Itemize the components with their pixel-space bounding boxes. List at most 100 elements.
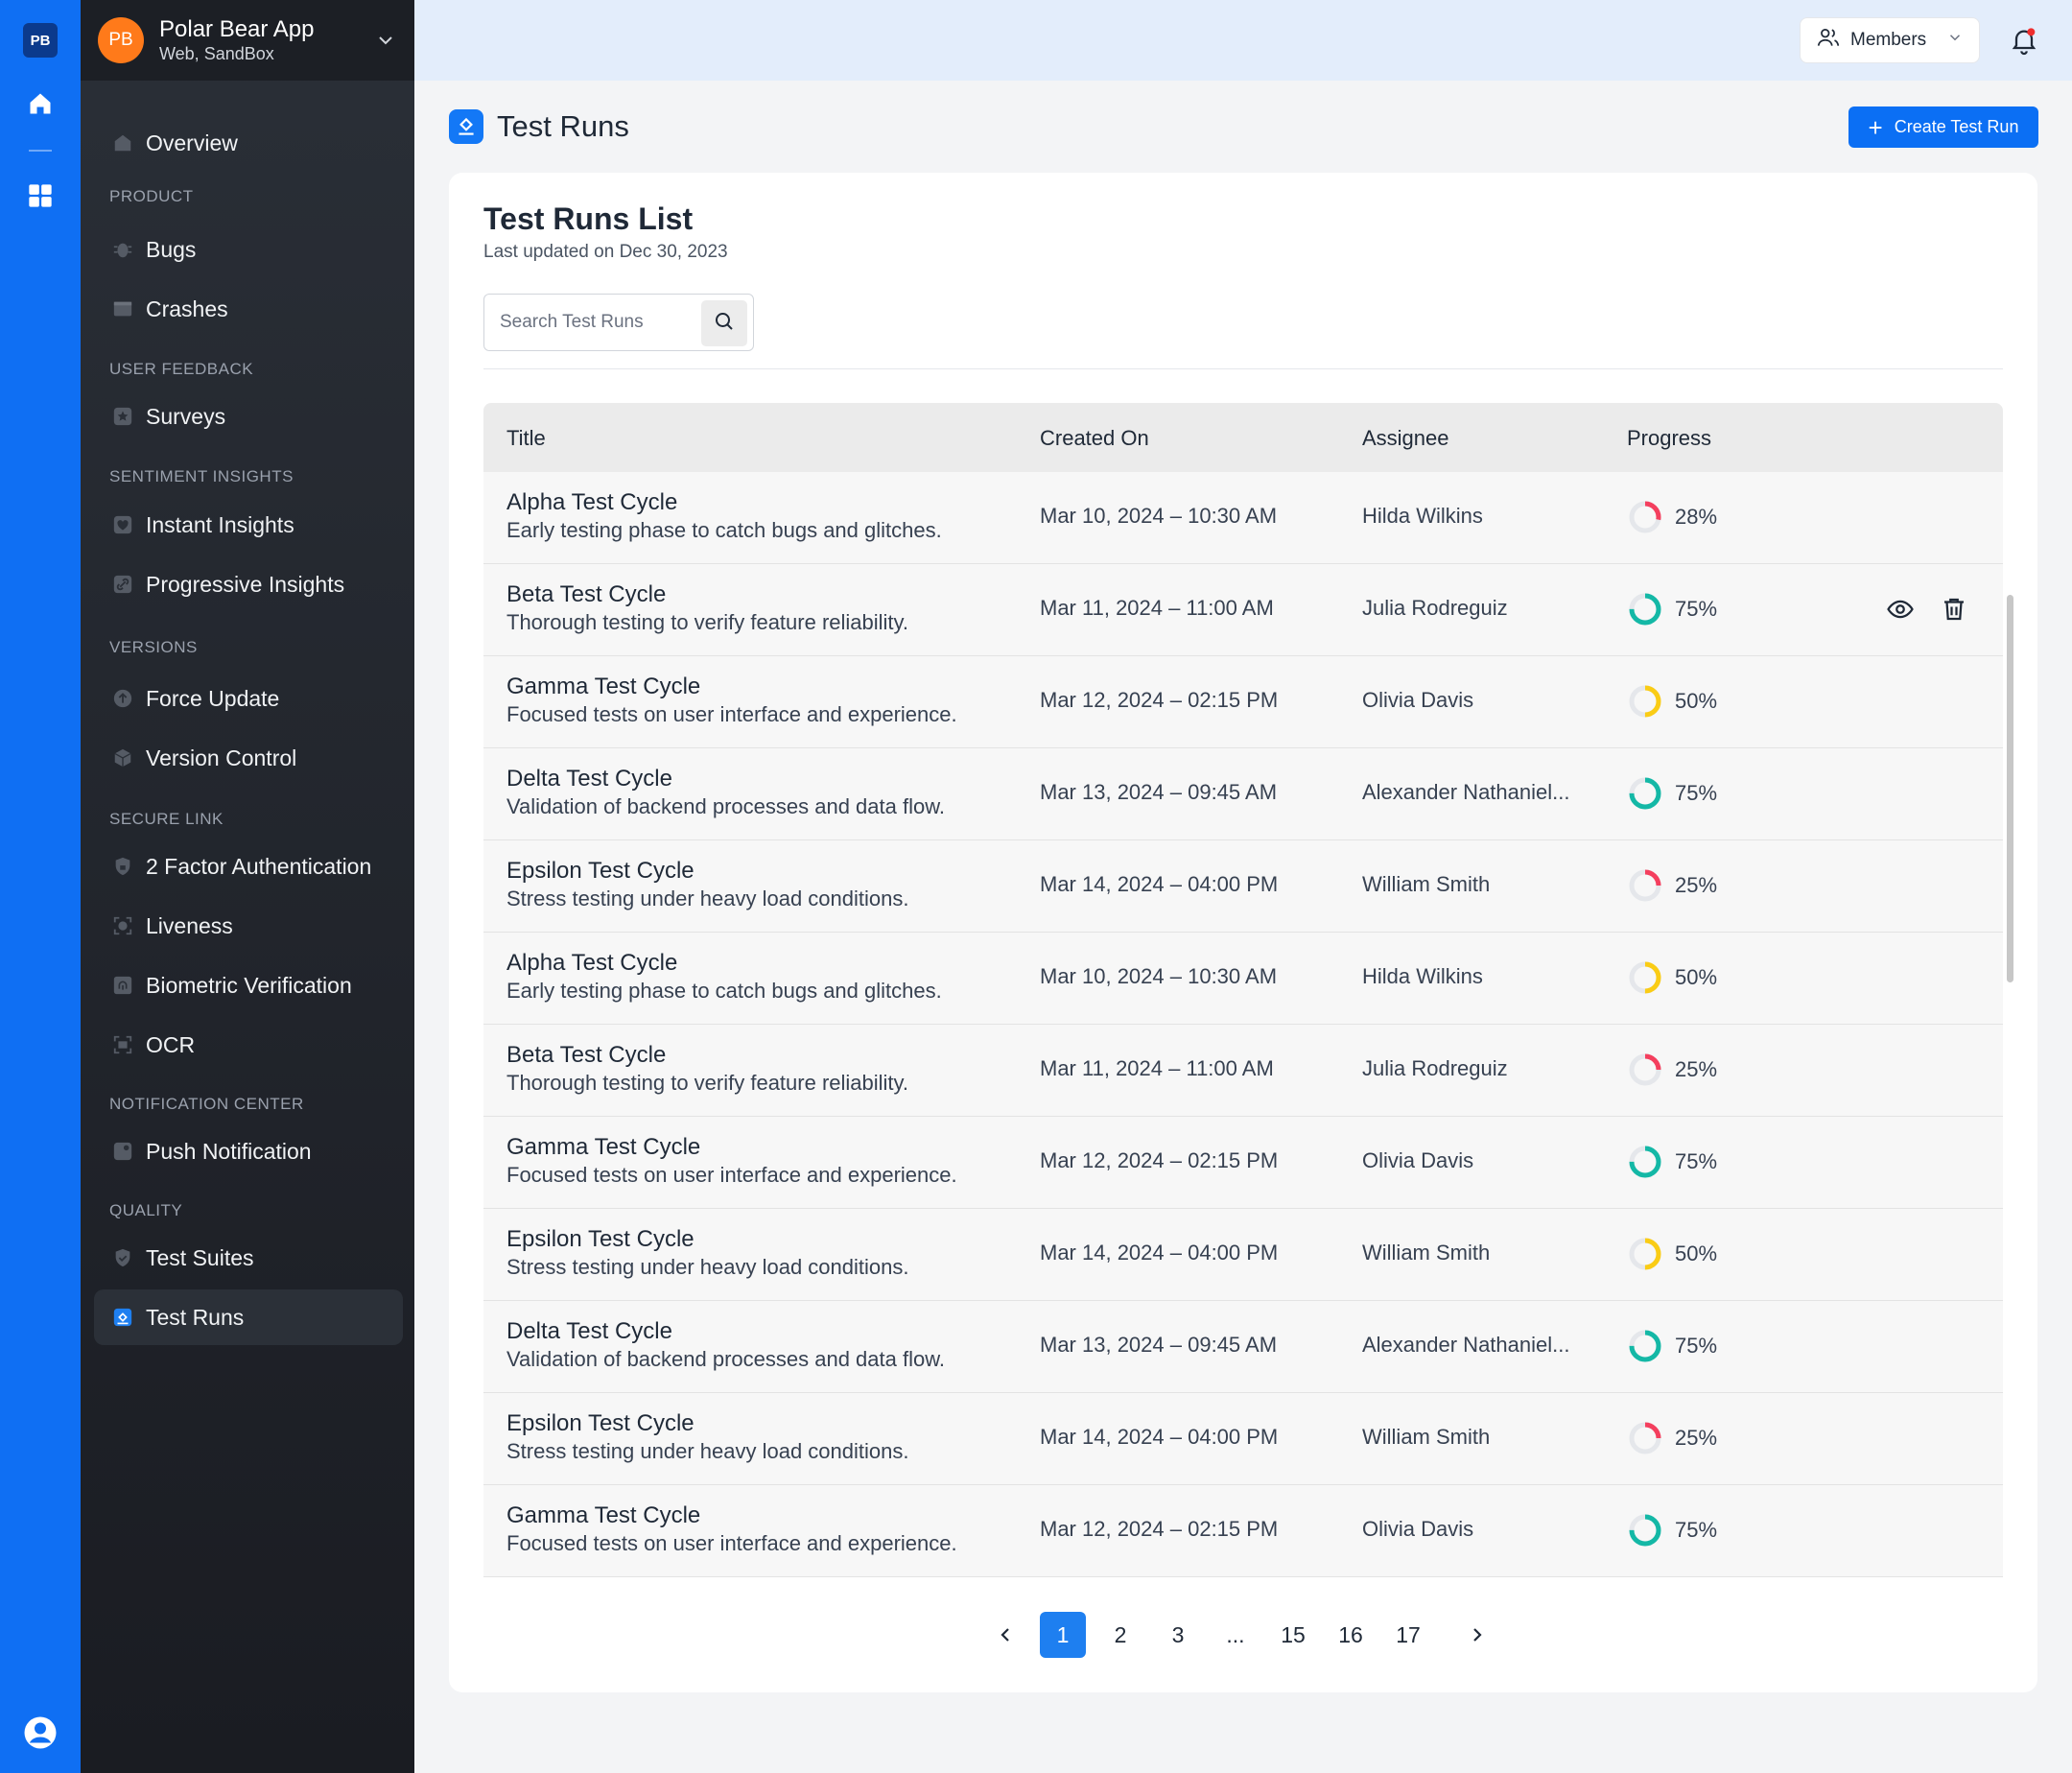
- progress-value: 75%: [1675, 597, 1718, 621]
- run-description: Stress testing under heavy load conditio…: [506, 1255, 909, 1279]
- section-user-feedback: USER FEEDBACK: [109, 360, 254, 378]
- app-avatar: PB: [98, 17, 144, 63]
- table-row[interactable]: Gamma Test Cycle Focused tests on user in…: [483, 656, 2003, 748]
- sidebar-item-label: Overview: [146, 130, 238, 155]
- sidebar-item-force-update[interactable]: Force Update: [94, 671, 403, 726]
- progress-cell: 75%: [1627, 1512, 1717, 1548]
- column-header-progress[interactable]: Progress: [1627, 426, 1711, 451]
- search-button[interactable]: [701, 300, 747, 346]
- sidebar-item-label: Version Control: [146, 745, 297, 770]
- delete-trash-icon[interactable]: [1940, 595, 1968, 628]
- sidebar-item-surveys[interactable]: Surveys: [94, 389, 403, 444]
- sidebar-item-label: Liveness: [146, 912, 233, 938]
- progress-cell: 75%: [1627, 1328, 1717, 1364]
- run-title: Delta Test Cycle: [506, 766, 672, 792]
- sidebar-item-label: Instant Insights: [146, 511, 294, 537]
- sidebar-item-bugs[interactable]: Bugs: [94, 222, 403, 277]
- sidebar-item-instant-insights[interactable]: Instant Insights: [94, 497, 403, 553]
- run-description: Thorough testing to verify feature relia…: [506, 610, 909, 634]
- column-header-title[interactable]: Title: [506, 426, 546, 451]
- run-title: Alpha Test Cycle: [506, 489, 678, 515]
- sidebar-item-test-runs[interactable]: Test Runs: [94, 1289, 403, 1345]
- table-row[interactable]: Epsilon Test Cycle Stress testing under h…: [483, 1209, 2003, 1301]
- progress-ring: [1629, 1146, 1661, 1178]
- chevron-down-icon[interactable]: [374, 29, 397, 52]
- assignee: Olivia Davis: [1362, 688, 1474, 712]
- overview-icon: [111, 131, 134, 154]
- column-header-created-on[interactable]: Created On: [1040, 426, 1149, 451]
- page-button-3[interactable]: 3: [1155, 1612, 1201, 1658]
- progress-cell: 28%: [1627, 499, 1717, 535]
- run-title: Epsilon Test Cycle: [506, 1226, 695, 1252]
- sidebar-item-progressive-insights[interactable]: Progressive Insights: [94, 556, 403, 612]
- progress-value: 25%: [1675, 1057, 1718, 1081]
- assignee: Olivia Davis: [1362, 1148, 1474, 1172]
- prev-page-button[interactable]: [982, 1612, 1028, 1658]
- table-row[interactable]: Gamma Test Cycle Focused tests on user in…: [483, 1485, 2003, 1577]
- section-notification-center: NOTIFICATION CENTER: [109, 1095, 304, 1113]
- page-button-16[interactable]: 16: [1328, 1612, 1374, 1658]
- run-description: Thorough testing to verify feature relia…: [506, 1071, 909, 1095]
- sidebar-item-liveness[interactable]: Liveness: [94, 898, 403, 954]
- sidebar-item-2fa[interactable]: 2 Factor Authentication: [94, 839, 403, 894]
- home-icon[interactable]: [23, 86, 58, 121]
- assignee: Julia Rodreguiz: [1362, 1056, 1508, 1080]
- section-quality: QUALITY: [109, 1201, 183, 1219]
- progress-value: 50%: [1675, 1241, 1718, 1265]
- table-row[interactable]: Epsilon Test Cycle Stress testing under h…: [483, 840, 2003, 933]
- row-actions: [1886, 595, 1968, 628]
- sidebar-item-label: 2 Factor Authentication: [146, 853, 372, 879]
- page-button-15[interactable]: 15: [1270, 1612, 1316, 1658]
- run-description: Validation of backend processes and data…: [506, 794, 946, 818]
- progress-value: 75%: [1675, 781, 1718, 805]
- progress-value: 25%: [1675, 873, 1718, 897]
- next-page-button[interactable]: [1454, 1612, 1500, 1658]
- table-scrollbar[interactable]: [2007, 595, 2013, 982]
- progress-cell: 50%: [1627, 683, 1717, 720]
- sidebar-item-test-suites[interactable]: Test Suites: [94, 1230, 403, 1286]
- sidebar-item-crashes[interactable]: Crashes: [94, 281, 403, 337]
- page-button-1[interactable]: 1: [1040, 1612, 1086, 1658]
- face-scan-icon: [111, 914, 134, 937]
- sidebar-item-ocr[interactable]: OCR: [94, 1017, 403, 1073]
- progress-ring: [1629, 1330, 1661, 1362]
- user-profile-icon[interactable]: [23, 1715, 58, 1750]
- assignee: Alexander Nathaniel...: [1362, 780, 1570, 804]
- sidebar-item-biometric-verification[interactable]: Biometric Verification: [94, 957, 403, 1013]
- section-secure-link: SECURE LINK: [109, 810, 224, 828]
- search-input[interactable]: [500, 312, 692, 333]
- cube-icon: [111, 746, 134, 769]
- progress-ring: [1629, 1514, 1661, 1547]
- table-row[interactable]: Delta Test Cycle Validation of backend pr…: [483, 1301, 2003, 1393]
- sidebar-item-version-control[interactable]: Version Control: [94, 730, 403, 786]
- members-icon: [1816, 25, 1841, 56]
- apps-grid-icon[interactable]: [23, 178, 58, 213]
- members-dropdown[interactable]: Members: [1800, 17, 1980, 63]
- sidebar-item-overview[interactable]: Overview: [94, 115, 403, 171]
- page-header: Test Runs: [449, 106, 629, 148]
- table-row[interactable]: Alpha Test Cycle Early testing phase to c…: [483, 472, 2003, 564]
- app-environment: Web, SandBox: [159, 44, 274, 63]
- table-header: Title Created On Assignee Progress: [483, 403, 2003, 472]
- table-row[interactable]: Gamma Test Cycle Focused tests on user in…: [483, 1117, 2003, 1209]
- column-header-assignee[interactable]: Assignee: [1362, 426, 1449, 451]
- table-row[interactable]: Alpha Test Cycle Early testing phase to c…: [483, 933, 2003, 1025]
- create-test-run-button[interactable]: + Create Test Run: [1848, 106, 2038, 148]
- page-button-17[interactable]: 17: [1385, 1612, 1431, 1658]
- progress-value: 50%: [1675, 689, 1718, 713]
- table-row[interactable]: Beta Test Cycle Thorough testing to verif…: [483, 564, 2003, 656]
- app-switcher[interactable]: PB Polar Bear App Web, SandBox: [81, 0, 414, 81]
- table-row[interactable]: Epsilon Test Cycle Stress testing under h…: [483, 1393, 2003, 1485]
- sidebar-item-push-notification[interactable]: Push Notification: [94, 1123, 403, 1179]
- page-button-2[interactable]: 2: [1097, 1612, 1143, 1658]
- assignee: Hilda Wilkins: [1362, 964, 1483, 988]
- divider: [483, 368, 2003, 369]
- notification-bell-icon[interactable]: [2009, 25, 2039, 56]
- star-icon: [111, 405, 134, 428]
- run-title: Epsilon Test Cycle: [506, 1410, 695, 1436]
- workspace-logo[interactable]: PB: [23, 23, 58, 58]
- table-row[interactable]: Delta Test Cycle Validation of backend pr…: [483, 748, 2003, 840]
- test-runs-icon: [449, 109, 483, 144]
- view-eye-icon[interactable]: [1886, 595, 1915, 628]
- table-row[interactable]: Beta Test Cycle Thorough testing to verif…: [483, 1025, 2003, 1117]
